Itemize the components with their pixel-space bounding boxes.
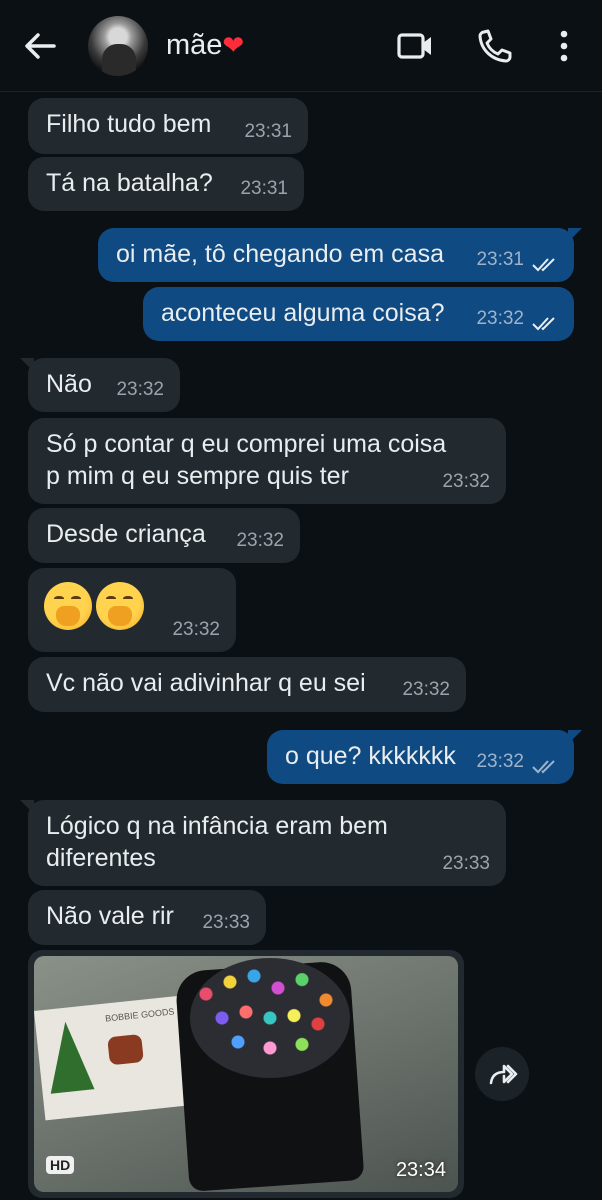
message-time: 23:32	[116, 379, 164, 400]
message-time: 23:32	[402, 679, 450, 700]
contact-name-text: mãe	[166, 29, 223, 61]
message-time: 23:32	[236, 530, 284, 551]
message-incoming[interactable]: Desde criança 23:32	[28, 508, 300, 563]
double-check-icon	[532, 258, 555, 272]
message-time: 23:33	[442, 853, 490, 874]
message-time: 23:33	[202, 912, 250, 933]
message-incoming-emoji[interactable]: 23:32	[28, 568, 236, 652]
video-call-button[interactable]	[396, 28, 434, 64]
message-outgoing[interactable]: o que? kkkkkkk 23:32	[267, 730, 582, 784]
message-incoming[interactable]: Tá na batalha? 23:31	[28, 157, 304, 211]
message-incoming[interactable]: Não 23:32	[20, 358, 180, 412]
message-text-line1: Lógico q na infância eram bem	[46, 812, 388, 840]
message-time: 23:32	[172, 619, 220, 640]
message-time: 23:32	[476, 751, 524, 772]
message-text: Vc não vai adivinhar q eu sei	[46, 669, 366, 697]
chat-header: mãe❤	[0, 0, 602, 92]
gift-illustration	[107, 1033, 144, 1066]
face-with-hand-over-mouth-emoji	[44, 582, 92, 630]
avatar[interactable]	[88, 16, 148, 76]
book-title: BOBBIE GOODS	[104, 1006, 175, 1024]
phone-icon	[478, 29, 512, 63]
photo-markers-image[interactable]: BOBBIE GOODS HD 23:34	[34, 956, 458, 1192]
message-incoming[interactable]: Lógico q na infância eram bem diferentes…	[20, 800, 506, 886]
double-check-icon	[532, 317, 555, 331]
hd-badge: HD	[46, 1156, 75, 1174]
message-time: 23:32	[476, 308, 524, 329]
tree-illustration	[43, 1019, 95, 1094]
double-check-icon	[532, 760, 555, 774]
heart-emoji: ❤	[222, 30, 245, 60]
message-incoming[interactable]: Só p contar q eu comprei uma coisa p mim…	[28, 418, 506, 504]
message-time: 23:32	[442, 471, 490, 492]
face-with-hand-over-mouth-emoji	[96, 582, 144, 630]
message-incoming[interactable]: Filho tudo bem 23:31	[28, 98, 308, 154]
marker-caps	[190, 958, 350, 1078]
video-camera-icon	[397, 33, 431, 59]
message-outgoing[interactable]: aconteceu alguma coisa? 23:32	[143, 287, 574, 341]
message-time: 23:34	[395, 1159, 446, 1181]
message-incoming[interactable]: Não vale rir 23:33	[28, 890, 266, 945]
back-button[interactable]	[22, 30, 58, 62]
forward-icon	[489, 1064, 518, 1085]
message-text-line2: diferentes	[46, 844, 156, 872]
message-text-line2: p mim q eu sempre quis ter	[46, 462, 349, 490]
message-time: 23:31	[240, 178, 288, 199]
message-time: 23:31	[244, 121, 292, 142]
more-vertical-icon	[560, 30, 568, 62]
back-arrow-icon	[25, 33, 56, 59]
message-text-line1: Só p contar q eu comprei uma coisa	[46, 430, 447, 458]
voice-call-button[interactable]	[476, 28, 514, 64]
message-outgoing[interactable]: oi mãe, tô chegando em casa 23:31	[98, 228, 582, 282]
coloring-book: BOBBIE GOODS	[34, 995, 195, 1121]
contact-name[interactable]: mãe❤	[166, 29, 244, 62]
message-time: 23:31	[476, 249, 524, 270]
message-incoming[interactable]: Vc não vai adivinhar q eu sei 23:32	[28, 657, 466, 712]
more-options-button[interactable]	[552, 28, 576, 64]
message-incoming-photo[interactable]: BOBBIE GOODS HD 23:34	[28, 950, 464, 1198]
forward-button[interactable]	[475, 1047, 529, 1101]
